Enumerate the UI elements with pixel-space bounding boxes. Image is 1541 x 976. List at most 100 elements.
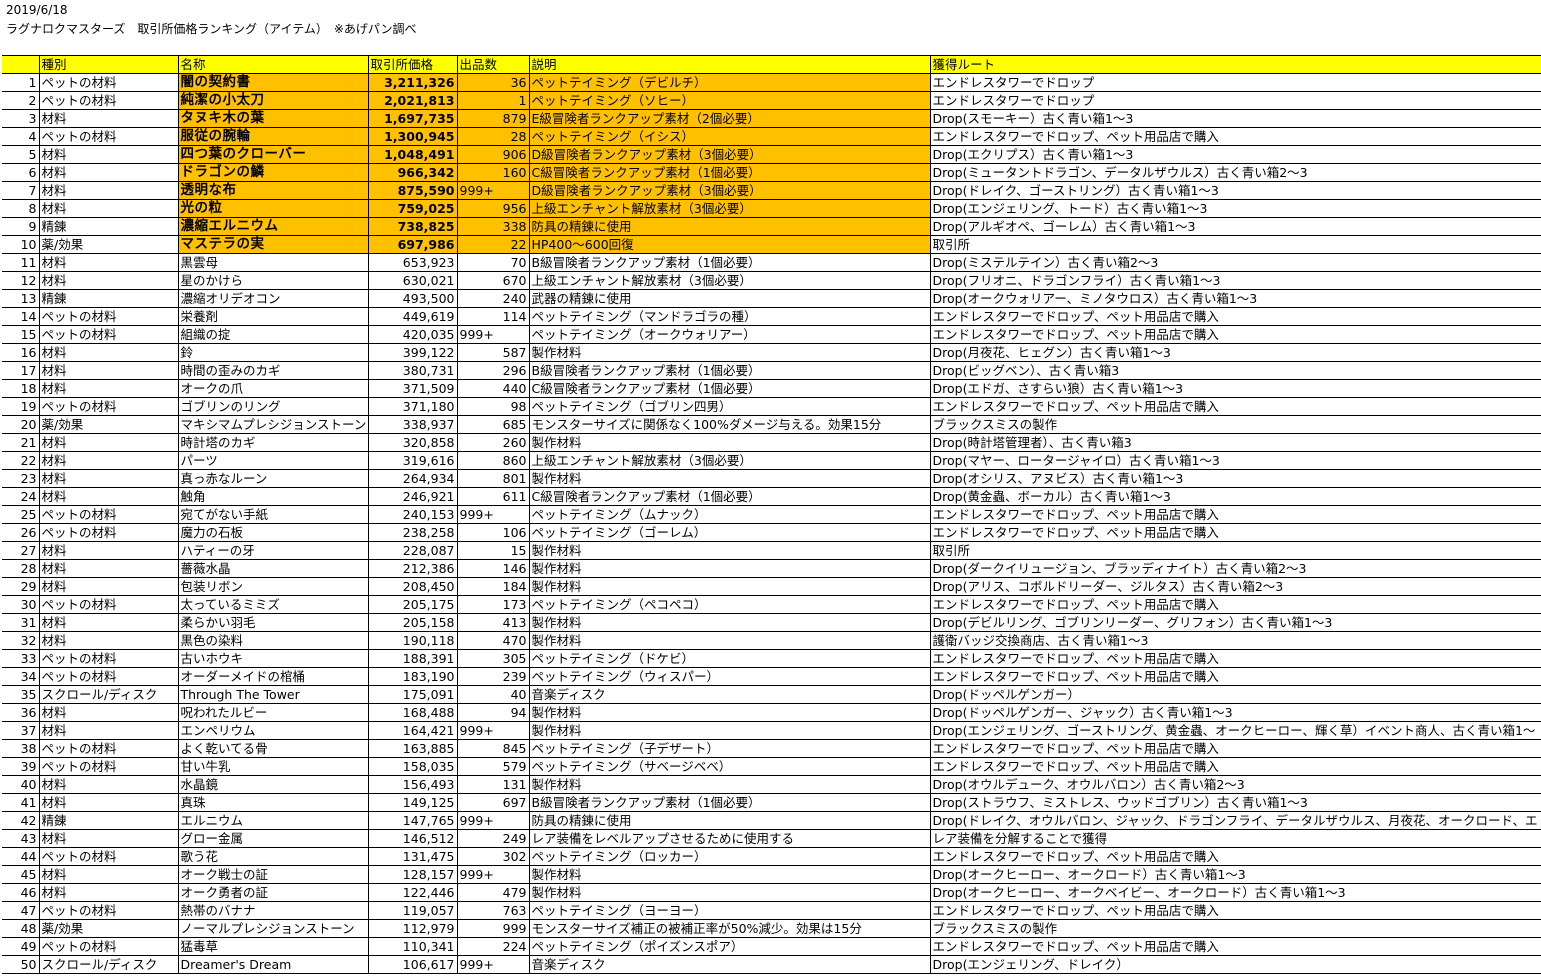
price-cell[interactable]: 1,697,735 [368, 109, 458, 128]
route-cell[interactable]: エンドレスタワーでドロップ、ペット用品店で購入 [930, 649, 1541, 668]
type-cell[interactable]: ペットの材料 [39, 901, 179, 920]
count-cell[interactable]: 240 [457, 289, 530, 308]
route-cell[interactable]: エンドレスタワーでドロップ、ペット用品店で購入 [930, 757, 1541, 776]
price-cell[interactable]: 158,035 [368, 757, 458, 776]
item-name-cell[interactable]: ハティーの牙 [178, 541, 369, 560]
route-cell[interactable]: エンドレスタワーでドロップ、ペット用品店で購入 [930, 325, 1541, 344]
route-cell[interactable]: エンドレスタワーでドロップ、ペット用品店で購入 [930, 667, 1541, 686]
column-header-count[interactable]: 出品数 [457, 55, 530, 74]
description-cell[interactable]: 製作材料 [529, 883, 931, 902]
price-cell[interactable]: 264,934 [368, 469, 458, 488]
price-cell[interactable]: 875,590 [368, 181, 458, 200]
price-cell[interactable]: 420,035 [368, 325, 458, 344]
price-cell[interactable]: 238,258 [368, 523, 458, 542]
item-name-cell[interactable]: 呪われたルビー [178, 703, 369, 722]
item-name-cell[interactable]: 四つ葉のクローバー [178, 145, 369, 164]
column-header-price[interactable]: 取引所価格 [368, 55, 458, 74]
description-cell[interactable]: 製作材料 [529, 613, 931, 632]
route-cell[interactable]: Drop(オークウォリアー、ミノタウロス）古く青い箱1～3 [930, 289, 1541, 308]
type-cell[interactable]: ペットの材料 [39, 523, 179, 542]
rank-cell[interactable]: 20 [2, 415, 40, 434]
price-cell[interactable]: 208,450 [368, 577, 458, 596]
route-cell[interactable]: Drop(時計塔管理者）、古く青い箱3 [930, 433, 1541, 452]
rank-cell[interactable]: 38 [2, 739, 40, 758]
rank-cell[interactable]: 40 [2, 775, 40, 794]
type-cell[interactable]: 薬/効果 [39, 919, 179, 938]
count-cell[interactable]: 413 [457, 613, 530, 632]
route-cell[interactable]: Drop(月夜花、ヒェグン）古く青い箱1～3 [930, 343, 1541, 362]
rank-cell[interactable]: 37 [2, 721, 40, 740]
price-cell[interactable]: 188,391 [368, 649, 458, 668]
type-cell[interactable]: 精錬 [39, 217, 179, 236]
item-name-cell[interactable]: 猛毒草 [178, 937, 369, 956]
rank-cell[interactable]: 18 [2, 379, 40, 398]
price-cell[interactable]: 119,057 [368, 901, 458, 920]
description-cell[interactable]: 製作材料 [529, 433, 931, 452]
count-cell[interactable]: 999+ [457, 721, 530, 740]
rank-cell[interactable]: 44 [2, 847, 40, 866]
rank-cell[interactable]: 36 [2, 703, 40, 722]
type-cell[interactable]: ペットの材料 [39, 757, 179, 776]
item-name-cell[interactable]: 魔力の石板 [178, 523, 369, 542]
count-cell[interactable]: 146 [457, 559, 530, 578]
rank-cell[interactable]: 7 [2, 181, 40, 200]
rank-cell[interactable]: 29 [2, 577, 40, 596]
count-cell[interactable]: 28 [457, 127, 530, 146]
count-cell[interactable]: 670 [457, 271, 530, 290]
route-cell[interactable]: 取引所 [930, 541, 1541, 560]
rank-cell[interactable]: 2 [2, 91, 40, 110]
item-name-cell[interactable]: マキシマムプレシジョンストーン [178, 415, 369, 434]
route-cell[interactable]: エンドレスタワーでドロップ、ペット用品店で購入 [930, 739, 1541, 758]
type-cell[interactable]: 材料 [39, 865, 179, 884]
description-cell[interactable]: 上級エンチャント解放素材（3個必要） [529, 451, 931, 470]
type-cell[interactable]: 材料 [39, 577, 179, 596]
item-name-cell[interactable]: 古いホウキ [178, 649, 369, 668]
description-cell[interactable]: ペットテイミング（ムナック） [529, 505, 931, 524]
price-cell[interactable]: 738,825 [368, 217, 458, 236]
rank-cell[interactable]: 43 [2, 829, 40, 848]
description-cell[interactable]: モンスターサイズに関係なく100%ダメージ与える。効果15分 [529, 415, 931, 434]
count-cell[interactable]: 999 [457, 919, 530, 938]
price-cell[interactable]: 228,087 [368, 541, 458, 560]
price-cell[interactable]: 449,619 [368, 307, 458, 326]
type-cell[interactable]: ペットの材料 [39, 667, 179, 686]
type-cell[interactable]: 材料 [39, 433, 179, 452]
count-cell[interactable]: 587 [457, 343, 530, 362]
price-cell[interactable]: 163,885 [368, 739, 458, 758]
rank-cell[interactable]: 30 [2, 595, 40, 614]
description-cell[interactable]: ペットテイミング（ウィスパー） [529, 667, 931, 686]
type-cell[interactable]: スクロール/ディスク [39, 685, 179, 704]
price-cell[interactable]: 697,986 [368, 235, 458, 254]
price-cell[interactable]: 128,157 [368, 865, 458, 884]
description-cell[interactable]: 上級エンチャント解放素材（3個必要） [529, 199, 931, 218]
count-cell[interactable]: 999+ [457, 325, 530, 344]
route-cell[interactable]: エンドレスタワーでドロップ、ペット用品店で購入 [930, 595, 1541, 614]
rank-cell[interactable]: 45 [2, 865, 40, 884]
item-name-cell[interactable]: オーダーメイドの棺桶 [178, 667, 369, 686]
rank-cell[interactable]: 39 [2, 757, 40, 776]
item-name-cell[interactable]: 熱帯のバナナ [178, 901, 369, 920]
count-cell[interactable]: 70 [457, 253, 530, 272]
price-cell[interactable]: 380,731 [368, 361, 458, 380]
route-cell[interactable]: エンドレスタワーでドロップ、ペット用品店で購入 [930, 901, 1541, 920]
rank-cell[interactable]: 13 [2, 289, 40, 308]
rank-cell[interactable]: 16 [2, 343, 40, 362]
rank-cell[interactable]: 23 [2, 469, 40, 488]
item-name-cell[interactable]: 太っているミミズ [178, 595, 369, 614]
type-cell[interactable]: 材料 [39, 721, 179, 740]
description-cell[interactable]: 製作材料 [529, 559, 931, 578]
rank-cell[interactable]: 32 [2, 631, 40, 650]
description-cell[interactable]: ペットテイミング（ゴブリン四男） [529, 397, 931, 416]
count-cell[interactable]: 305 [457, 649, 530, 668]
count-cell[interactable]: 302 [457, 847, 530, 866]
item-name-cell[interactable]: 濃縮エルニウム [178, 217, 369, 236]
rank-cell[interactable]: 34 [2, 667, 40, 686]
description-cell[interactable]: ペットテイミング（ポイズンスポア） [529, 937, 931, 956]
route-cell[interactable]: Drop(オウルデューク、オウルバロン）古く青い箱2～3 [930, 775, 1541, 794]
route-cell[interactable]: Drop(オークヒーロー、オークベイビー、オークロード）古く青い箱1～3 [930, 883, 1541, 902]
type-cell[interactable]: 材料 [39, 793, 179, 812]
description-cell[interactable]: C級冒険者ランクアップ素材（1個必要） [529, 379, 931, 398]
count-cell[interactable]: 22 [457, 235, 530, 254]
description-cell[interactable]: 製作材料 [529, 541, 931, 560]
item-name-cell[interactable]: 純潔の小太刀 [178, 91, 369, 110]
